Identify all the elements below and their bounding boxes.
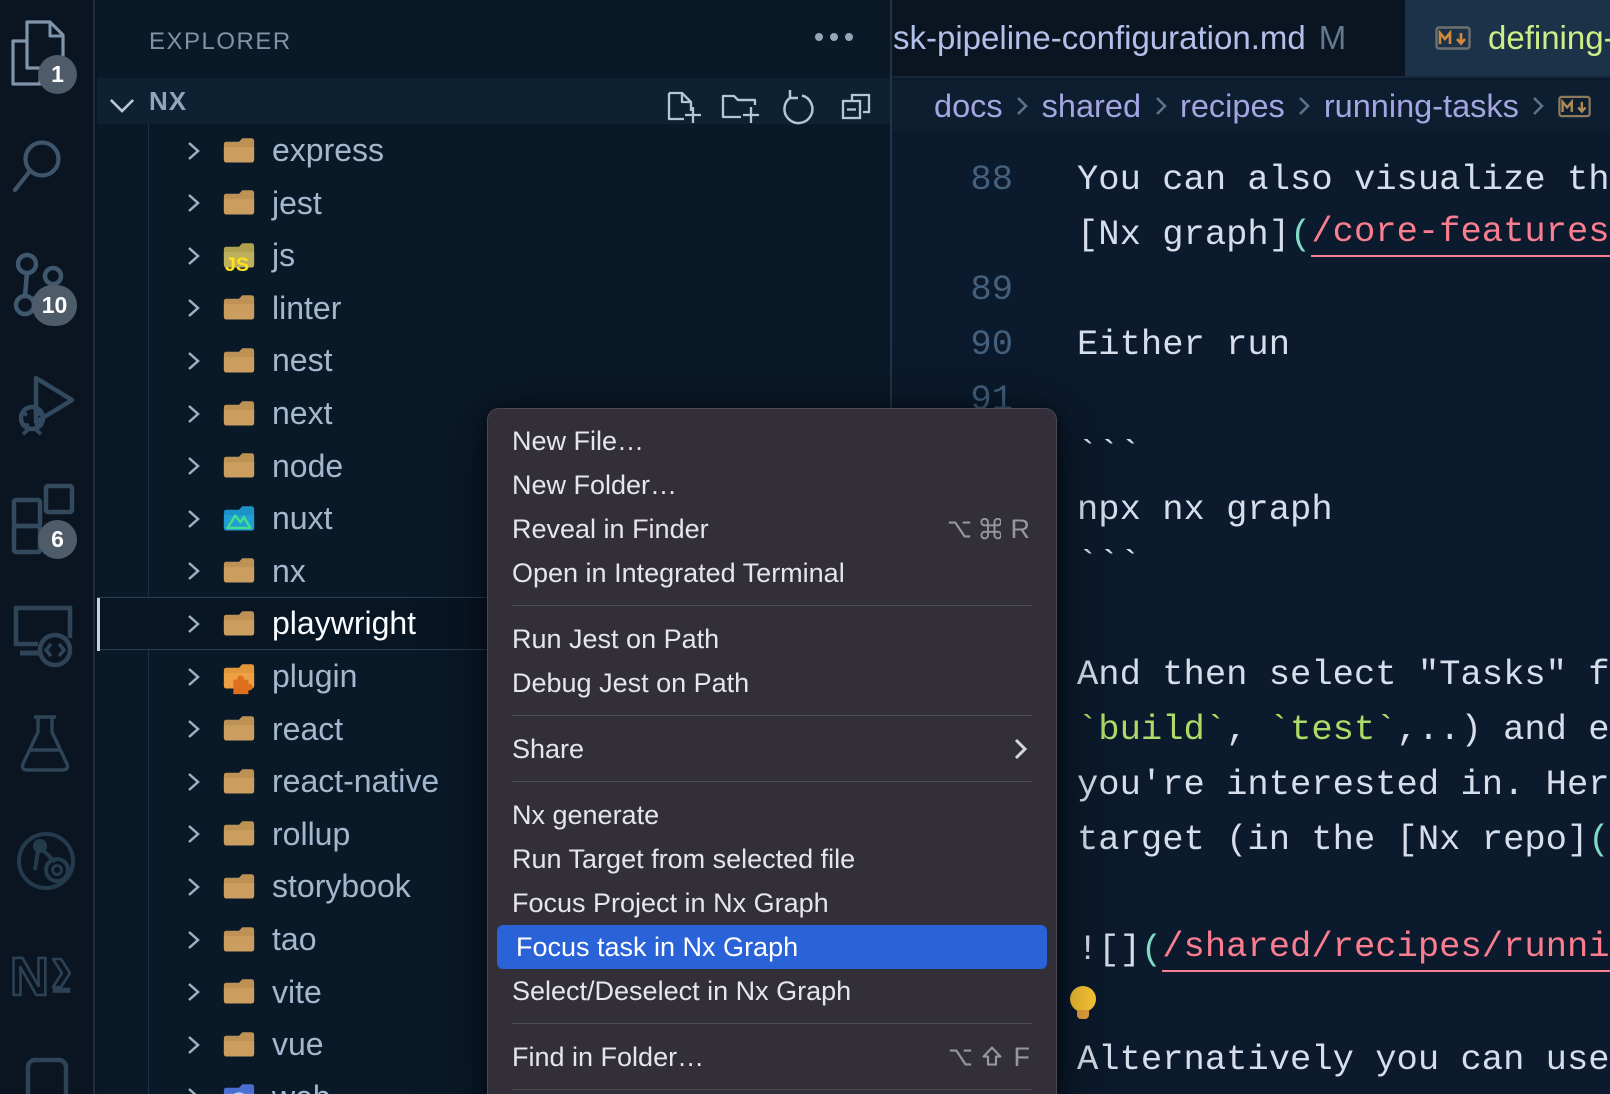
svg-text:JS: JS xyxy=(225,254,249,276)
svg-text:N: N xyxy=(10,948,49,1000)
